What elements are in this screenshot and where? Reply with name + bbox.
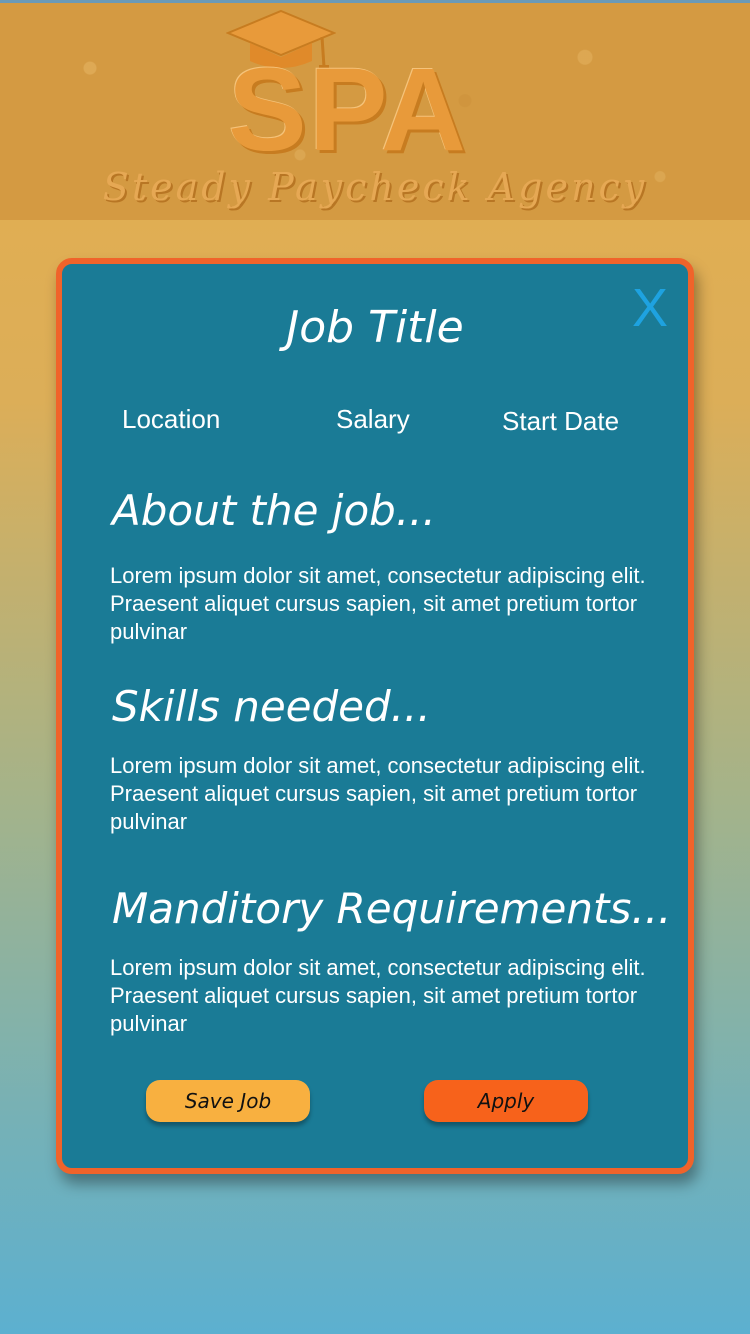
- save-job-button[interactable]: Save Job: [146, 1080, 310, 1122]
- requirements-heading: Manditory Requirements...: [112, 884, 672, 933]
- job-title: Job Title: [286, 302, 464, 353]
- logo-tagline: Steady Paycheck Agency: [102, 165, 648, 209]
- skills-needed-heading: Skills needed...: [112, 682, 431, 731]
- app-header: SPA Steady Paycheck Agency: [0, 0, 750, 220]
- apply-button[interactable]: Apply: [424, 1080, 588, 1122]
- job-start-date: Start Date: [502, 406, 620, 436]
- job-location: Location: [122, 404, 221, 434]
- requirements-text: Lorem ipsum dolor sit amet, consectetur …: [110, 955, 646, 1036]
- job-salary: Salary: [336, 404, 410, 434]
- skills-needed-text: Lorem ipsum dolor sit amet, consectetur …: [110, 753, 646, 834]
- about-job-text: Lorem ipsum dolor sit amet, consectetur …: [110, 563, 646, 644]
- logo-text: SPA: [228, 44, 468, 176]
- job-detail-modal: X Job Title Location Salary Start Date A…: [56, 258, 694, 1174]
- about-job-heading: About the job...: [112, 486, 436, 535]
